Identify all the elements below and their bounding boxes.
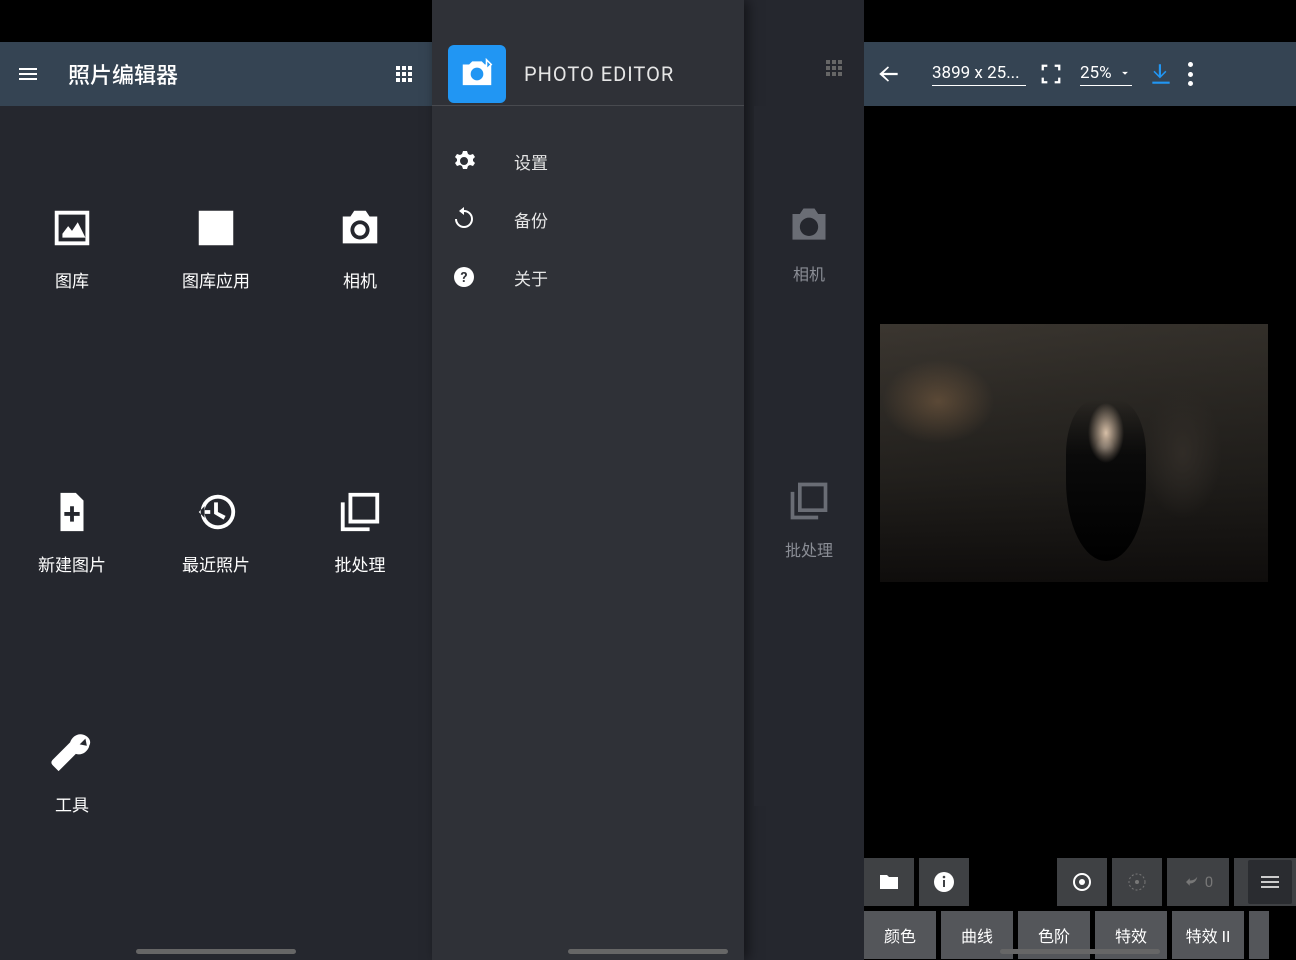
chevron-down-icon (1118, 66, 1132, 80)
grid-item-label: 图库 (55, 267, 89, 292)
grid-item-label: 新建图片 (38, 551, 106, 576)
app-logo (448, 45, 506, 103)
folder-button[interactable] (864, 858, 914, 906)
undo-button[interactable]: 0 (1167, 858, 1229, 906)
sidebar-item-batch[interactable]: 批处理 (785, 382, 833, 658)
zoom-value: 25% (1080, 63, 1112, 83)
grid-item-gallery-apps[interactable]: 图库应用 (144, 106, 288, 391)
home-panel: 照片编辑器 图库 图库应用 相机 新建图片 最近照片 (0, 0, 432, 960)
fullscreen-icon[interactable] (1040, 63, 1062, 85)
batch-icon (337, 489, 383, 535)
target-button[interactable] (1057, 858, 1107, 906)
sidebar-item-camera[interactable]: 相机 (787, 106, 831, 382)
grid-item-tools[interactable]: 工具 (0, 675, 144, 960)
tab-color[interactable]: 颜色 (864, 911, 936, 959)
gallery-icon (49, 205, 95, 251)
gallery-app-icon (193, 205, 239, 251)
home-toolbar: 照片编辑器 (0, 42, 432, 106)
grid-item-new-image[interactable]: 新建图片 (0, 391, 144, 676)
home-indicator (136, 949, 296, 954)
image-dimensions[interactable]: 3899 x 25... (932, 63, 1026, 86)
batch-icon (787, 479, 831, 523)
grid-item-camera[interactable]: 相机 (288, 106, 432, 391)
back-icon[interactable] (876, 61, 902, 87)
wrench-icon (49, 729, 95, 775)
drawer-item-backup[interactable]: 备份 (432, 190, 744, 248)
home-indicator (568, 949, 728, 954)
restore-icon (452, 207, 476, 231)
editor-left-sidebar: 相机 批处理 (754, 106, 864, 806)
menu-icon (1258, 870, 1282, 894)
navigation-drawer: PHOTO EDITOR 设置 备份 ? 关于 (432, 0, 744, 960)
grid-item-gallery[interactable]: 图库 (0, 106, 144, 391)
app-title: 照片编辑器 (68, 58, 392, 90)
apps-grid-icon-dimmed (822, 56, 846, 80)
grid-item-label: 最近照片 (182, 551, 250, 576)
grid-item-label: 图库应用 (182, 267, 250, 292)
camera-icon (337, 205, 383, 251)
svg-text:?: ? (461, 270, 468, 286)
editor-panel: 相机 批处理 3899 x 25... 25% (864, 0, 1296, 960)
photo-preview (880, 324, 1268, 582)
target-icon (1070, 870, 1094, 894)
undo-icon (1183, 873, 1201, 891)
grid-item-recent[interactable]: 最近照片 (144, 391, 288, 676)
grid-item-label: 工具 (55, 791, 89, 816)
editor-bottom-bar: 0 0 颜色 曲线 色阶 特效 特效 II (864, 858, 1296, 960)
info-button[interactable] (919, 858, 969, 906)
drawer-item-label: 关于 (514, 265, 548, 290)
history-icon (193, 489, 239, 535)
editor-canvas[interactable] (864, 106, 1296, 858)
drawer-list: 设置 备份 ? 关于 (432, 106, 744, 332)
camera-icon (787, 203, 831, 247)
drawer-item-about[interactable]: ? 关于 (432, 248, 744, 306)
help-icon: ? (452, 265, 476, 289)
tabs-menu-button[interactable] (1248, 860, 1292, 904)
drawer-item-label: 设置 (514, 149, 548, 174)
sidebar-item-label: 相机 (793, 261, 825, 285)
tab-effects-2[interactable]: 特效 II (1172, 911, 1244, 959)
radial-icon (1125, 870, 1149, 894)
radial-button[interactable] (1112, 858, 1162, 906)
tab-more[interactable] (1249, 911, 1269, 959)
status-bar (0, 0, 432, 42)
home-indicator (1000, 949, 1160, 954)
home-grid: 图库 图库应用 相机 新建图片 最近照片 批处理 (0, 106, 432, 960)
editor-toolbar: 3899 x 25... 25% (864, 42, 1296, 106)
sidebar-item-label: 批处理 (785, 537, 833, 561)
camera-logo-icon (458, 55, 496, 93)
undo-count: 0 (1205, 873, 1213, 891)
grid-item-label: 相机 (343, 267, 377, 292)
new-file-icon (49, 489, 95, 535)
more-icon[interactable] (1188, 62, 1194, 86)
drawer-item-settings[interactable]: 设置 (432, 132, 744, 190)
apps-grid-icon[interactable] (392, 62, 416, 86)
drawer-header: PHOTO EDITOR (432, 0, 744, 106)
download-icon[interactable] (1148, 61, 1174, 87)
drawer-title: PHOTO EDITOR (524, 62, 674, 86)
grid-item-label: 批处理 (335, 551, 386, 576)
folder-icon (877, 870, 901, 894)
grid-item-batch[interactable]: 批处理 (288, 391, 432, 676)
zoom-dropdown[interactable]: 25% (1080, 63, 1132, 86)
gear-icon (452, 149, 476, 173)
status-bar (864, 0, 1296, 42)
action-row: 0 0 (864, 858, 1296, 906)
info-icon (932, 870, 956, 894)
menu-icon[interactable] (16, 62, 40, 86)
drawer-item-label: 备份 (514, 207, 548, 232)
